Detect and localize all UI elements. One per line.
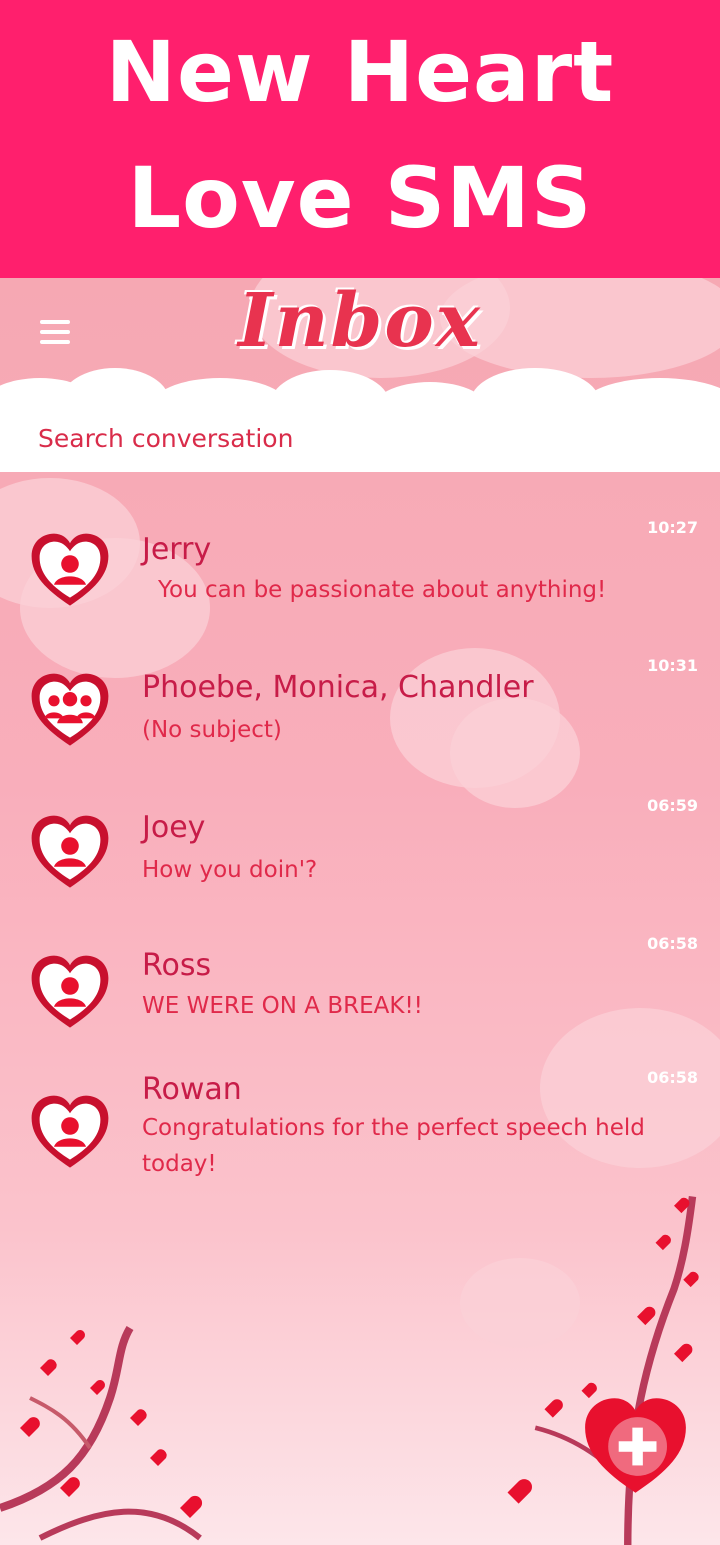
conversation-snippet: You can be passionate about anything! <box>158 577 607 603</box>
conversation-snippet: How you doin'? <box>142 857 318 883</box>
person-heart-icon <box>31 955 109 1028</box>
conversation-name: Jerry <box>142 532 212 567</box>
conversation-item[interactable]: 06:58 Ross WE WERE ON A BREAK!! <box>0 928 720 1058</box>
conversation-time: 06:58 <box>647 1068 698 1087</box>
inbox-screen: Inbox 10:27 Jerry You can be passionate … <box>0 278 720 1545</box>
conversation-time: 06:58 <box>647 934 698 953</box>
conversation-snippet: (No subject) <box>142 717 282 743</box>
new-message-button[interactable] <box>583 1396 688 1496</box>
conversation-time: 10:27 <box>647 518 698 537</box>
conversation-item[interactable]: 10:27 Jerry You can be passionate about … <box>0 512 720 642</box>
person-heart-icon <box>31 1095 109 1168</box>
banner-title-line1: New Heart <box>105 23 615 121</box>
heart-plus-icon <box>585 1398 686 1493</box>
conversation-name: Ross <box>142 948 212 983</box>
banner-title-line2: Love SMS <box>127 149 593 247</box>
page-title: Inbox <box>238 278 482 364</box>
conversation-snippet: WE WERE ON A BREAK!! <box>142 993 423 1019</box>
person-heart-icon <box>31 533 109 606</box>
conversation-snippet: Congratulations for the perfect speech h… <box>142 1115 645 1177</box>
hamburger-menu-icon <box>40 320 70 324</box>
heart-tree-decoration-left <box>0 1325 203 1541</box>
promo-banner: New Heart Love SMS <box>0 0 720 278</box>
conversation-name: Joey <box>142 810 206 845</box>
search-input[interactable] <box>0 404 638 472</box>
conversation-name: Rowan <box>142 1072 242 1107</box>
conversation-item[interactable]: 10:31 Phoebe, Monica, Chandler (No subje… <box>0 650 720 780</box>
conversation-item[interactable]: 06:59 Joey How you doin'? <box>0 790 720 920</box>
menu-button[interactable] <box>40 314 80 346</box>
search-bar <box>0 404 720 472</box>
group-heart-icon <box>31 673 109 746</box>
conversation-name: Phoebe, Monica, Chandler <box>142 670 534 705</box>
person-heart-icon <box>31 815 109 888</box>
conversation-time: 10:31 <box>647 656 698 675</box>
conversation-time: 06:59 <box>647 796 698 815</box>
